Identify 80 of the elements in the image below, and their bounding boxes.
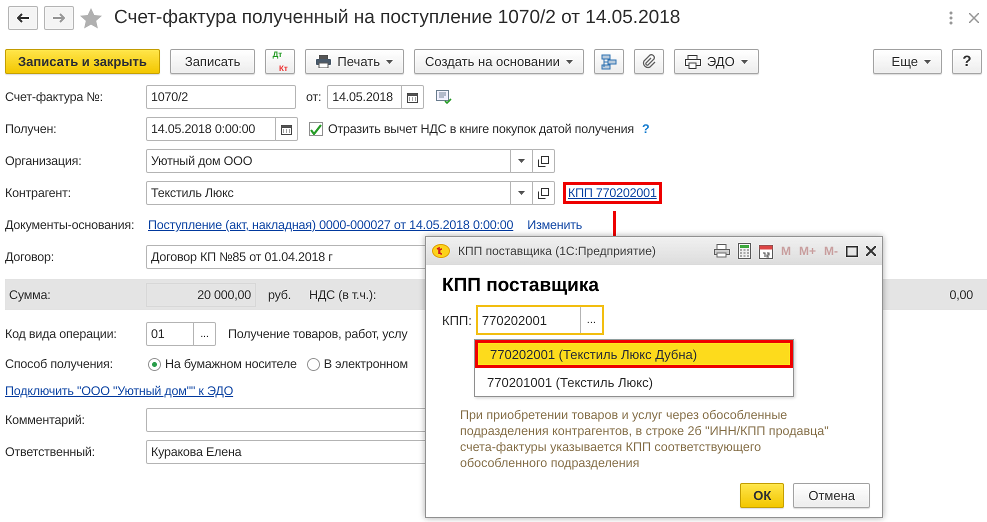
attach-button[interactable] — [634, 49, 664, 74]
date-field[interactable]: 14.05.2018 — [327, 85, 424, 109]
field-label: Способ получения: — [5, 357, 114, 371]
caret-icon — [924, 60, 931, 64]
printer-icon — [684, 54, 701, 68]
operation-description: Получение товаров, работ, услу — [228, 327, 408, 341]
help-button[interactable]: ? — [952, 49, 982, 74]
debit-credit-button[interactable]: Дт Кт — [265, 49, 296, 74]
suggestion-item[interactable]: 770202001 (Текстиль Люкс Дубна) — [475, 340, 793, 368]
maximize-icon[interactable] — [846, 246, 858, 256]
back-button[interactable] — [8, 6, 38, 30]
dialog-heading: КПП поставщика — [442, 275, 600, 297]
checkbox[interactable] — [309, 122, 323, 136]
calculator-icon[interactable] — [738, 243, 751, 259]
field-label: Контрагент: — [5, 186, 72, 200]
save-and-close-button[interactable]: Записать и закрыть — [5, 49, 160, 74]
calendar-icon[interactable] — [758, 244, 773, 258]
field-label: Получен: — [5, 122, 58, 136]
structure-button[interactable] — [594, 49, 624, 74]
ok-button[interactable]: ОК — [740, 483, 784, 508]
field-label: Договор: — [5, 250, 56, 264]
caret-icon — [386, 60, 393, 64]
caret-icon — [566, 60, 573, 64]
logo-icon — [432, 244, 450, 258]
field-label: Сумма: — [9, 288, 52, 302]
change-link[interactable]: Изменить — [527, 218, 582, 232]
window-title: Счет-фактура полученный на поступление 1070/2 от 14.05.2018 — [114, 7, 680, 29]
field-label: от: — [306, 90, 322, 104]
base-document-link[interactable]: Поступление (акт, накладная) 0000-000027 от 14.05.2018 0:00:00 — [148, 218, 514, 232]
field-label: КПП: — [442, 312, 472, 328]
field-label: Счет-фактура №: — [5, 90, 104, 104]
counterparty-field[interactable]: Текстиль Люкс — [146, 181, 555, 205]
checkbox-label: Отразить вычет НДС в книге покупок датой получения — [328, 122, 634, 136]
sum-field: 20 000,00 — [146, 282, 256, 306]
more-button[interactable]: Еще — [872, 49, 942, 74]
calendar-icon — [407, 92, 418, 102]
radio-label: В электронном — [324, 357, 408, 371]
more-options-icon[interactable] — [949, 11, 953, 25]
suggestion-item[interactable]: 770201001 (Текстиль Люкс) — [475, 368, 793, 396]
operation-code-field[interactable]: 01 ... — [146, 322, 216, 346]
close-icon[interactable] — [866, 246, 876, 256]
kpp-link[interactable]: КПП 770202001 — [563, 182, 662, 204]
hierarchy-icon — [600, 54, 617, 70]
vat-amount: 0,00 — [949, 288, 973, 302]
field-label: Документы-основания: — [5, 218, 136, 232]
connect-edo-link[interactable]: Подключить "ООО "Уютный дом"" к ЭДО — [5, 384, 234, 398]
open-window-icon — [538, 188, 549, 198]
arrow-right-icon — [53, 13, 65, 23]
caret-icon — [518, 191, 525, 195]
field-label: Ответственный: — [5, 445, 96, 459]
invoice-number-field[interactable]: 1070/2 — [146, 85, 296, 109]
field-label: НДС (в т.ч.): — [309, 288, 376, 302]
arrow-left-icon — [17, 13, 29, 23]
help-link[interactable]: ? — [642, 122, 650, 136]
calendar-icon — [281, 124, 292, 134]
document-check-icon[interactable] — [436, 90, 452, 104]
field-label: Организация: — [5, 154, 82, 168]
printer-icon[interactable] — [714, 244, 730, 258]
radio-button[interactable] — [148, 358, 161, 370]
currency-label: руб. — [268, 288, 292, 302]
organization-field[interactable]: Уютный дом ООО — [146, 149, 555, 173]
open-window-icon — [538, 156, 549, 166]
star-icon[interactable] — [80, 8, 102, 28]
received-date-field[interactable]: 14.05.2018 0:00:00 — [146, 117, 298, 141]
kpp-field[interactable]: 770202001 ... — [476, 305, 604, 335]
caret-icon — [740, 60, 748, 64]
caret-icon — [518, 159, 525, 163]
save-button[interactable]: Записать — [170, 49, 256, 74]
print-button[interactable]: Печать — [305, 49, 404, 74]
cancel-button[interactable]: Отмена — [793, 483, 870, 508]
create-based-on-button[interactable]: Создать на основании — [414, 49, 584, 74]
forward-button[interactable] — [44, 6, 74, 30]
printer-icon — [316, 55, 332, 68]
radio-label: На бумажном носителе — [165, 357, 297, 371]
paperclip-icon — [642, 54, 656, 69]
radio-button[interactable] — [306, 358, 320, 370]
field-label: Комментарий: — [5, 413, 86, 427]
edo-button[interactable]: ЭДО — [674, 49, 759, 74]
field-label: Код вида операции: — [5, 327, 118, 341]
leader-line — [613, 211, 616, 237]
